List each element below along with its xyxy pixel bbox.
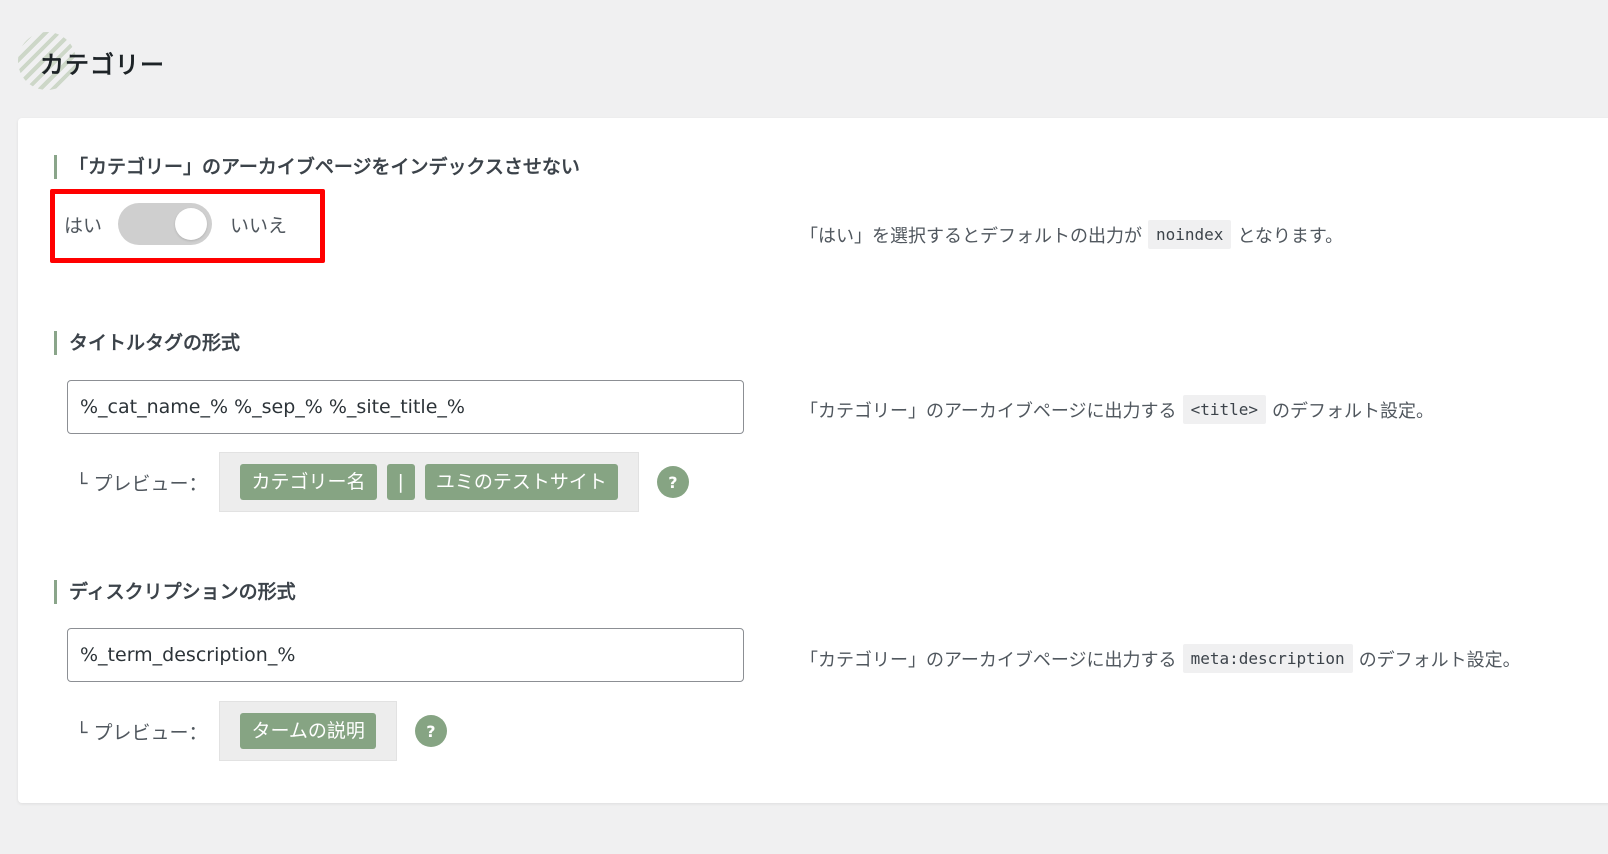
help-text-suffix: となります。 [1237, 225, 1344, 247]
help-text-prefix: 「はい」を選択するとデフォルトの出力が [800, 225, 1142, 247]
question-mark-circle-icon[interactable]: ? [414, 715, 447, 747]
description-format-input[interactable] [67, 628, 744, 682]
title-format-heading: タイトルタグの形式 [54, 331, 240, 355]
noindex-heading: 「カテゴリー」のアーカイブページをインデックスさせない [54, 155, 580, 179]
title-format-help-text: 「カテゴリー」のアーカイブページに出力する <title> のデフォルト設定。 [800, 395, 1434, 424]
noindex-toggle[interactable] [118, 203, 213, 245]
toggle-yes-label[interactable]: はい [64, 211, 102, 238]
toggle-no-label[interactable]: いいえ [230, 211, 287, 238]
help-code: noindex [1148, 220, 1232, 249]
page-heading: カテゴリー [18, 32, 165, 92]
preview-chip-separator: | [386, 464, 415, 500]
preview-label: └ プレビュー： [76, 721, 208, 744]
noindex-help-text: 「はい」を選択するとデフォルトの出力が noindex となります。 [800, 220, 1343, 249]
description-preview-box: タームの説明 [219, 701, 397, 761]
preview-label: └ プレビュー： [76, 472, 208, 495]
preview-chip-site-title: ユミのテストサイト [424, 464, 618, 500]
settings-card: 「カテゴリー」のアーカイブページをインデックスさせない はい いいえ 「はい」を… [18, 118, 1608, 803]
description-preview-row: └ プレビュー： タームの説明 ? [76, 701, 447, 761]
help-code: <title> [1182, 395, 1266, 424]
description-format-help-text: 「カテゴリー」のアーカイブページに出力する meta:description の… [800, 644, 1521, 673]
toggle-knob[interactable] [175, 208, 208, 240]
page-title: カテゴリー [40, 50, 165, 79]
title-format-input[interactable] [67, 380, 744, 434]
help-text-prefix: 「カテゴリー」のアーカイブページに出力する [800, 400, 1177, 422]
preview-chip-term-description: タームの説明 [240, 713, 376, 749]
help-text-prefix: 「カテゴリー」のアーカイブページに出力する [800, 649, 1177, 671]
help-text-suffix: のデフォルト設定。 [1272, 400, 1434, 422]
preview-chip-cat-name: カテゴリー名 [240, 464, 377, 500]
question-mark-circle-icon[interactable]: ? [656, 466, 689, 498]
help-code: meta:description [1182, 644, 1353, 673]
description-format-heading: ディスクリプションの形式 [54, 580, 296, 604]
title-preview-row: └ プレビュー： カテゴリー名 | ユミのテストサイト ? [76, 452, 689, 512]
help-text-suffix: のデフォルト設定。 [1358, 649, 1521, 671]
title-preview-box: カテゴリー名 | ユミのテストサイト [219, 452, 639, 512]
noindex-toggle-row: はい いいえ [64, 202, 287, 246]
